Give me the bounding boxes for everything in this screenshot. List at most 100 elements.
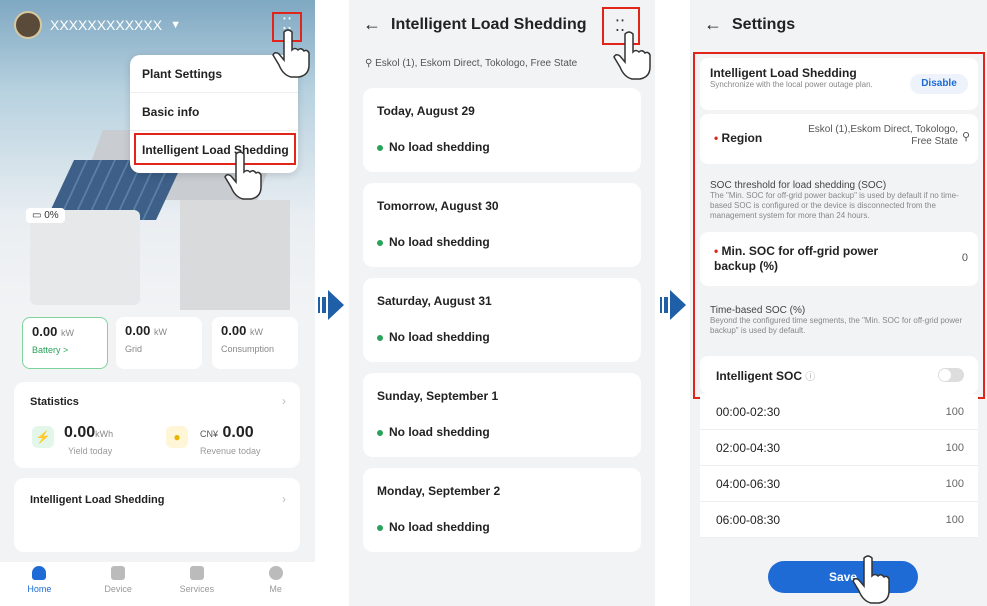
tab-label: Home <box>27 584 52 594</box>
page-header: ← Settings <box>704 14 795 35</box>
day-date: Tomorrow, August 30 <box>377 199 499 213</box>
time-range: 02:00-04:30 <box>716 441 781 455</box>
tap-hand-icon <box>272 29 310 78</box>
tab-device[interactable]: Device <box>79 562 158 606</box>
save-button[interactable]: Save <box>768 561 918 593</box>
day-date: Today, August 29 <box>377 104 475 118</box>
stat-label: Grid <box>125 344 143 354</box>
stat-unit: kW <box>153 327 167 337</box>
page-header: ← Intelligent Load Shedding <box>363 14 587 35</box>
time-range: 04:00-06:30 <box>716 477 781 491</box>
time-row[interactable]: 00:00-02:30 100 <box>700 394 978 430</box>
status-dot <box>377 239 383 246</box>
stat-label: Battery > <box>32 345 69 355</box>
stat-unit: kW <box>60 328 74 338</box>
device-icon <box>111 566 126 580</box>
statistics-title: Statistics <box>30 396 79 408</box>
stat-grid[interactable]: 0.00 kW Grid <box>116 317 202 369</box>
page-title: Settings <box>732 15 796 33</box>
stat-unit: kW <box>249 327 263 337</box>
day-date: Monday, September 2 <box>377 484 501 498</box>
time-row[interactable]: 04:00-06:30 100 <box>700 466 978 502</box>
time-soc: 100 <box>945 514 964 526</box>
day-date: Sunday, September 1 <box>377 389 499 403</box>
tab-home[interactable]: Home <box>0 562 79 606</box>
menu-item-basic-info[interactable]: Basic info <box>130 93 298 131</box>
day-card: Monday, September 2 No load shedding <box>363 468 641 552</box>
day-date: Saturday, August 31 <box>377 294 492 308</box>
yield-unit: kWh <box>95 429 114 439</box>
back-arrow-icon[interactable]: ← <box>704 14 722 35</box>
status-dot <box>377 144 383 151</box>
time-row[interactable]: 02:00-04:30 100 <box>700 430 978 466</box>
currency-prefix: CN¥ <box>200 429 219 439</box>
stat-value: 0.00 <box>221 323 247 338</box>
day-card: Tomorrow, August 30 No load shedding <box>363 183 641 267</box>
yield-value: 0.00 <box>64 424 96 441</box>
home-icon <box>32 566 47 580</box>
ils-card-title: Intelligent Load Shedding <box>30 494 165 506</box>
battery-pct: 0% <box>44 210 59 221</box>
plant-name: XXXXXXXXXXXX <box>50 17 163 33</box>
time-soc: 100 <box>945 442 964 454</box>
tab-label: Device <box>104 584 132 594</box>
day-card: Saturday, August 31 No load shedding <box>363 278 641 362</box>
plant-selector[interactable]: XXXXXXXXXXXX ▼ <box>14 10 181 40</box>
stat-value: 0.00 <box>32 324 58 339</box>
menu-item-highlight <box>134 133 296 165</box>
bottom-tab-bar: Home Device Services Me <box>0 562 315 606</box>
chevron-down-icon: ▼ <box>170 19 181 31</box>
revenue-label: Revenue today <box>200 446 261 456</box>
time-range: 00:00-02:30 <box>716 405 781 419</box>
stat-label: Consumption <box>221 344 275 354</box>
chevron-right-icon: › <box>282 394 286 408</box>
revenue-value: 0.00 <box>222 424 254 441</box>
day-card: Today, August 29 No load shedding <box>363 88 641 172</box>
time-soc: 100 <box>945 406 964 418</box>
time-soc: 100 <box>945 478 964 490</box>
day-status: No load shedding <box>389 520 490 534</box>
day-card: Sunday, September 1 No load shedding <box>363 373 641 457</box>
services-icon <box>189 566 204 580</box>
battery-icon <box>30 210 140 305</box>
tab-label: Me <box>269 584 282 594</box>
day-status: No load shedding <box>389 140 490 154</box>
day-status: No load shedding <box>389 425 490 439</box>
settings-screen: ← Settings Intelligent Load Shedding Syn… <box>690 0 987 606</box>
chevron-right-icon: › <box>282 492 286 506</box>
status-dot <box>377 334 383 341</box>
flow-arrow-icon <box>660 290 686 320</box>
tab-me[interactable]: Me <box>236 562 315 606</box>
location-pin-icon: ⚲ <box>365 58 373 69</box>
ils-card[interactable]: Intelligent Load Shedding › <box>14 478 300 552</box>
page-title: Intelligent Load Shedding <box>391 15 587 33</box>
stat-consumption[interactable]: 0.00 kW Consumption <box>212 317 298 369</box>
time-row[interactable]: 06:00-08:30 100 <box>700 502 978 538</box>
time-range: 06:00-08:30 <box>716 513 781 527</box>
battery-glyph: ▭ <box>32 210 42 221</box>
tap-hand-icon <box>852 555 890 604</box>
status-dot <box>377 524 383 531</box>
lightning-icon: ⚡ <box>32 426 54 448</box>
status-dot <box>377 429 383 436</box>
home-screen: XXXXXXXXXXXX ▼ ⁚⁚ ▭ 0% Plant Settings Ba… <box>0 0 315 606</box>
flow-arrow-icon <box>318 290 344 320</box>
user-icon <box>268 566 283 580</box>
battery-level: ▭ 0% <box>26 208 65 223</box>
day-status: No load shedding <box>389 235 490 249</box>
back-arrow-icon[interactable]: ← <box>363 14 381 35</box>
tab-services[interactable]: Services <box>158 562 237 606</box>
tab-label: Services <box>179 584 215 594</box>
settings-highlight <box>693 52 985 399</box>
tap-hand-icon <box>224 151 262 200</box>
plant-avatar <box>14 11 42 39</box>
day-status: No load shedding <box>389 330 490 344</box>
yield-label: Yield today <box>68 446 113 456</box>
location-text: Eskol (1), Eskom Direct, Tokologo, Free … <box>375 58 578 69</box>
coins-icon: ● <box>166 426 188 448</box>
stat-value: 0.00 <box>125 323 151 338</box>
statistics-card[interactable]: Statistics › ⚡ 0.00kWh Yield today ● CN¥… <box>14 382 300 468</box>
load-shedding-screen: ← Intelligent Load Shedding ⁚⁚ ⚲ Eskol (… <box>349 0 655 606</box>
stat-battery[interactable]: 0.00 kW Battery > <box>22 317 108 369</box>
location-line: ⚲ Eskol (1), Eskom Direct, Tokologo, Fre… <box>365 58 577 69</box>
